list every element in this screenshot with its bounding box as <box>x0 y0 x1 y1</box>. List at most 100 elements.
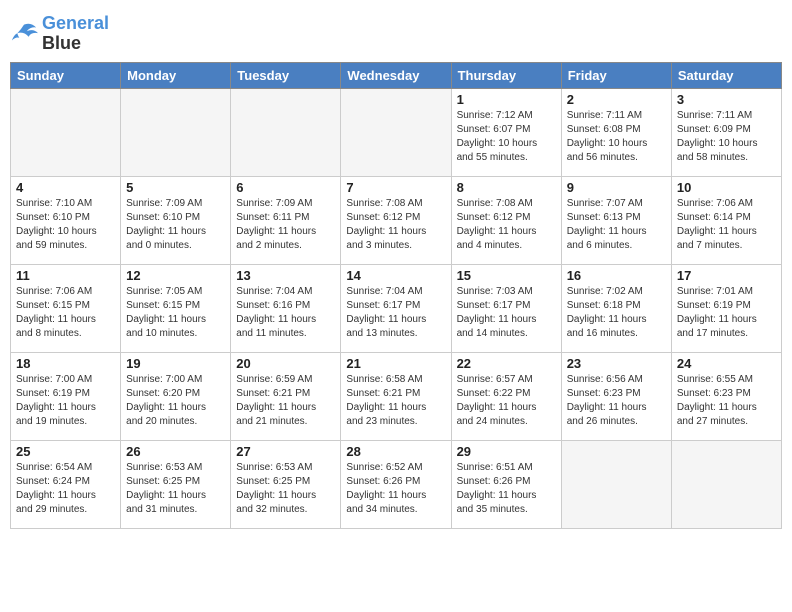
calendar-day-cell: 24 Sunrise: 6:55 AMSunset: 6:23 PMDayligh… <box>671 352 781 440</box>
calendar-day-cell: 13 Sunrise: 7:04 AMSunset: 6:16 PMDayligh… <box>231 264 341 352</box>
calendar-day-cell <box>121 88 231 176</box>
day-number: 23 <box>567 356 666 371</box>
calendar-day-cell <box>341 88 451 176</box>
calendar-table: SundayMondayTuesdayWednesdayThursdayFrid… <box>10 62 782 529</box>
day-number: 17 <box>677 268 776 283</box>
day-info: Sunrise: 7:04 AMSunset: 6:17 PMDaylight:… <box>346 285 445 341</box>
day-number: 6 <box>236 180 335 195</box>
day-info: Sunrise: 7:11 AMSunset: 6:08 PMDaylight:… <box>567 109 666 165</box>
calendar-day-cell: 11 Sunrise: 7:06 AMSunset: 6:15 PMDayligh… <box>11 264 121 352</box>
day-info: Sunrise: 7:00 AMSunset: 6:19 PMDaylight:… <box>16 373 115 429</box>
day-info: Sunrise: 6:52 AMSunset: 6:26 PMDaylight:… <box>346 461 445 517</box>
day-info: Sunrise: 7:07 AMSunset: 6:13 PMDaylight:… <box>567 197 666 253</box>
weekday-header: Monday <box>121 62 231 88</box>
day-number: 20 <box>236 356 335 371</box>
day-number: 18 <box>16 356 115 371</box>
calendar-day-cell: 12Sunrise: 7:05 AMSunset: 6:15 PMDayligh… <box>121 264 231 352</box>
day-info: Sunrise: 7:09 AMSunset: 6:11 PMDaylight:… <box>236 197 335 253</box>
calendar-week-row: 4 Sunrise: 7:10 AMSunset: 6:10 PMDaylight… <box>11 176 782 264</box>
day-info: Sunrise: 7:04 AMSunset: 6:16 PMDaylight:… <box>236 285 335 341</box>
calendar-day-cell: 9 Sunrise: 7:07 AMSunset: 6:13 PMDaylight… <box>561 176 671 264</box>
calendar-day-cell: 10 Sunrise: 7:06 AMSunset: 6:14 PMDayligh… <box>671 176 781 264</box>
day-number: 26 <box>126 444 225 459</box>
day-info: Sunrise: 7:06 AMSunset: 6:15 PMDaylight:… <box>16 285 115 341</box>
calendar-day-cell: 22 Sunrise: 6:57 AMSunset: 6:22 PMDayligh… <box>451 352 561 440</box>
calendar-header-row: SundayMondayTuesdayWednesdayThursdayFrid… <box>11 62 782 88</box>
calendar-day-cell: 21 Sunrise: 6:58 AMSunset: 6:21 PMDayligh… <box>341 352 451 440</box>
weekday-header: Saturday <box>671 62 781 88</box>
day-number: 5 <box>126 180 225 195</box>
day-info: Sunrise: 6:56 AMSunset: 6:23 PMDaylight:… <box>567 373 666 429</box>
day-number: 15 <box>457 268 556 283</box>
calendar-day-cell: 27 Sunrise: 6:53 AMSunset: 6:25 PMDayligh… <box>231 440 341 528</box>
calendar-week-row: 18 Sunrise: 7:00 AMSunset: 6:19 PMDayligh… <box>11 352 782 440</box>
day-number: 21 <box>346 356 445 371</box>
calendar-day-cell: 16Sunrise: 7:02 AMSunset: 6:18 PMDayligh… <box>561 264 671 352</box>
calendar-day-cell: 1 Sunrise: 7:12 AMSunset: 6:07 PMDaylight… <box>451 88 561 176</box>
calendar-day-cell: 6 Sunrise: 7:09 AMSunset: 6:11 PMDaylight… <box>231 176 341 264</box>
day-info: Sunrise: 7:00 AMSunset: 6:20 PMDaylight:… <box>126 373 225 429</box>
day-number: 12 <box>126 268 225 283</box>
weekday-header: Tuesday <box>231 62 341 88</box>
calendar-day-cell: 14 Sunrise: 7:04 AMSunset: 6:17 PMDayligh… <box>341 264 451 352</box>
calendar-day-cell: 8Sunrise: 7:08 AMSunset: 6:12 PMDaylight… <box>451 176 561 264</box>
day-number: 2 <box>567 92 666 107</box>
day-info: Sunrise: 6:58 AMSunset: 6:21 PMDaylight:… <box>346 373 445 429</box>
day-number: 22 <box>457 356 556 371</box>
calendar-day-cell: 5 Sunrise: 7:09 AMSunset: 6:10 PMDaylight… <box>121 176 231 264</box>
day-number: 19 <box>126 356 225 371</box>
weekday-header: Sunday <box>11 62 121 88</box>
page-header: GeneralBlue <box>10 10 782 54</box>
calendar-week-row: 11 Sunrise: 7:06 AMSunset: 6:15 PMDayligh… <box>11 264 782 352</box>
calendar-day-cell <box>561 440 671 528</box>
weekday-header: Friday <box>561 62 671 88</box>
calendar-week-row: 1 Sunrise: 7:12 AMSunset: 6:07 PMDaylight… <box>11 88 782 176</box>
day-info: Sunrise: 6:55 AMSunset: 6:23 PMDaylight:… <box>677 373 776 429</box>
day-info: Sunrise: 7:08 AMSunset: 6:12 PMDaylight:… <box>346 197 445 253</box>
calendar-week-row: 25Sunrise: 6:54 AMSunset: 6:24 PMDayligh… <box>11 440 782 528</box>
day-info: Sunrise: 6:59 AMSunset: 6:21 PMDaylight:… <box>236 373 335 429</box>
calendar-day-cell: 25Sunrise: 6:54 AMSunset: 6:24 PMDayligh… <box>11 440 121 528</box>
day-number: 7 <box>346 180 445 195</box>
calendar-day-cell: 29Sunrise: 6:51 AMSunset: 6:26 PMDayligh… <box>451 440 561 528</box>
calendar-day-cell: 18 Sunrise: 7:00 AMSunset: 6:19 PMDayligh… <box>11 352 121 440</box>
calendar-day-cell: 23 Sunrise: 6:56 AMSunset: 6:23 PMDayligh… <box>561 352 671 440</box>
day-info: Sunrise: 7:09 AMSunset: 6:10 PMDaylight:… <box>126 197 225 253</box>
day-number: 24 <box>677 356 776 371</box>
logo-icon <box>10 20 38 48</box>
day-info: Sunrise: 6:54 AMSunset: 6:24 PMDaylight:… <box>16 461 115 517</box>
calendar-day-cell: 7 Sunrise: 7:08 AMSunset: 6:12 PMDaylight… <box>341 176 451 264</box>
day-info: Sunrise: 6:53 AMSunset: 6:25 PMDaylight:… <box>126 461 225 517</box>
day-number: 9 <box>567 180 666 195</box>
logo-text: GeneralBlue <box>42 14 109 54</box>
day-info: Sunrise: 6:53 AMSunset: 6:25 PMDaylight:… <box>236 461 335 517</box>
day-number: 4 <box>16 180 115 195</box>
day-info: Sunrise: 6:57 AMSunset: 6:22 PMDaylight:… <box>457 373 556 429</box>
day-info: Sunrise: 7:06 AMSunset: 6:14 PMDaylight:… <box>677 197 776 253</box>
day-number: 1 <box>457 92 556 107</box>
calendar-day-cell <box>671 440 781 528</box>
day-number: 11 <box>16 268 115 283</box>
calendar-day-cell: 28 Sunrise: 6:52 AMSunset: 6:26 PMDayligh… <box>341 440 451 528</box>
day-number: 13 <box>236 268 335 283</box>
day-info: Sunrise: 7:08 AMSunset: 6:12 PMDaylight:… <box>457 197 556 253</box>
calendar-day-cell <box>11 88 121 176</box>
calendar-day-cell: 17Sunrise: 7:01 AMSunset: 6:19 PMDayligh… <box>671 264 781 352</box>
calendar-day-cell: 26 Sunrise: 6:53 AMSunset: 6:25 PMDayligh… <box>121 440 231 528</box>
calendar-day-cell: 4 Sunrise: 7:10 AMSunset: 6:10 PMDaylight… <box>11 176 121 264</box>
day-number: 28 <box>346 444 445 459</box>
day-info: Sunrise: 7:11 AMSunset: 6:09 PMDaylight:… <box>677 109 776 165</box>
day-number: 10 <box>677 180 776 195</box>
calendar-day-cell: 19 Sunrise: 7:00 AMSunset: 6:20 PMDayligh… <box>121 352 231 440</box>
weekday-header: Thursday <box>451 62 561 88</box>
day-number: 3 <box>677 92 776 107</box>
day-info: Sunrise: 7:12 AMSunset: 6:07 PMDaylight:… <box>457 109 556 165</box>
calendar-day-cell: 3 Sunrise: 7:11 AMSunset: 6:09 PMDaylight… <box>671 88 781 176</box>
calendar-day-cell: 20 Sunrise: 6:59 AMSunset: 6:21 PMDayligh… <box>231 352 341 440</box>
weekday-header: Wednesday <box>341 62 451 88</box>
day-number: 27 <box>236 444 335 459</box>
logo: GeneralBlue <box>10 10 109 54</box>
day-number: 29 <box>457 444 556 459</box>
day-info: Sunrise: 7:10 AMSunset: 6:10 PMDaylight:… <box>16 197 115 253</box>
day-number: 14 <box>346 268 445 283</box>
